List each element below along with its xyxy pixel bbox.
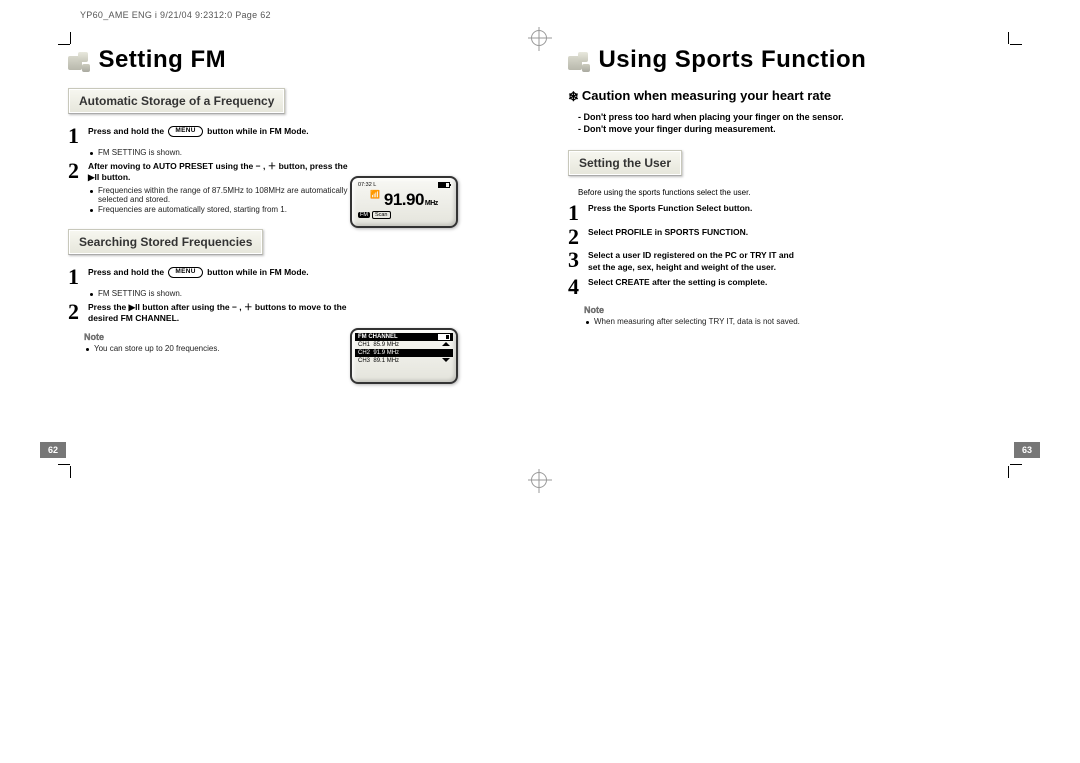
page-left: Setting FM Automatic Storage of a Freque… <box>40 26 540 456</box>
section-setting-user: Setting the User <box>568 150 682 176</box>
manual-spread: YP60_AME ENG i 9/21/04 9:2312:0 Page 62 … <box>40 10 1040 500</box>
page-title-text: Setting FM <box>98 46 226 74</box>
step-r3: 3 Select a user ID registered on the PC … <box>568 250 798 273</box>
bullet: Frequencies are automatically stored, st… <box>90 205 360 214</box>
registration-mark <box>531 472 547 488</box>
bullet: FM SETTING is shown. <box>90 289 360 298</box>
bullet: FM SETTING is shown. <box>90 148 360 157</box>
up-arrow-icon <box>442 342 450 346</box>
crop-mark <box>70 466 71 478</box>
minus-plus-icon: − , ＋ <box>256 161 279 171</box>
step-2b: 2 Press the ▶II button after using the −… <box>68 302 358 325</box>
page-title-text: Using Sports Function <box>598 46 866 74</box>
page-number: 63 <box>1014 442 1040 458</box>
down-arrow-icon <box>442 358 450 362</box>
page-right: Using Sports Function ❄Caution when meas… <box>540 26 1040 456</box>
crop-mark <box>1008 466 1009 478</box>
page-title: Using Sports Function <box>568 46 1012 88</box>
crop-mark <box>58 464 70 465</box>
caution-heading: ❄Caution when measuring your heart rate <box>568 88 1012 105</box>
crop-mark <box>1010 464 1022 465</box>
step-r1: 1 Press the Sports Function Select butto… <box>568 203 798 223</box>
section-auto-storage: Automatic Storage of a Frequency <box>68 88 285 114</box>
step-1b: 1 Press and hold the MENU button while i… <box>68 267 358 287</box>
intro-text: Before using the sports functions select… <box>578 188 1012 197</box>
menu-button-icon: MENU <box>168 267 202 278</box>
lcd-channel-list: FM CHANNEL CH1 85.9 MHz CH2 91.9 MHz CH3… <box>350 328 458 384</box>
step-2: 2 After moving to AUTO PRESET using the … <box>68 161 358 184</box>
snowflake-icon: ❄ <box>568 89 579 105</box>
caution-list: Don't press too hard when placing your f… <box>578 111 1012 136</box>
antenna-icon: 📶 <box>370 190 379 199</box>
lcd-fm-display: 07:32 L 📶 91.90MHz FMScan <box>350 176 458 228</box>
note-text: When measuring after selecting TRY IT, d… <box>586 317 816 326</box>
minus-plus-icon: − , ＋ <box>232 302 255 312</box>
battery-icon <box>438 334 450 340</box>
page-title: Setting FM <box>68 46 512 88</box>
step-1: 1 Press and hold the MENU button while i… <box>68 126 358 146</box>
section-search-freq: Searching Stored Frequencies <box>68 229 263 255</box>
print-header: YP60_AME ENG i 9/21/04 9:2312:0 Page 62 <box>40 10 1040 20</box>
step-r2: 2 Select PROFILE in SPORTS FUNCTION. <box>568 227 798 247</box>
battery-icon <box>438 182 450 188</box>
note-label: Note <box>584 305 1012 315</box>
menu-button-icon: MENU <box>168 126 202 137</box>
step-r4: 4 Select CREATE after the setting is com… <box>568 277 798 297</box>
bullet: Frequencies within the range of 87.5MHz … <box>90 186 360 204</box>
title-ornament <box>68 52 90 74</box>
note-text: You can store up to 20 frequencies. <box>86 344 356 353</box>
title-ornament <box>568 52 590 74</box>
page-number: 62 <box>40 442 66 458</box>
